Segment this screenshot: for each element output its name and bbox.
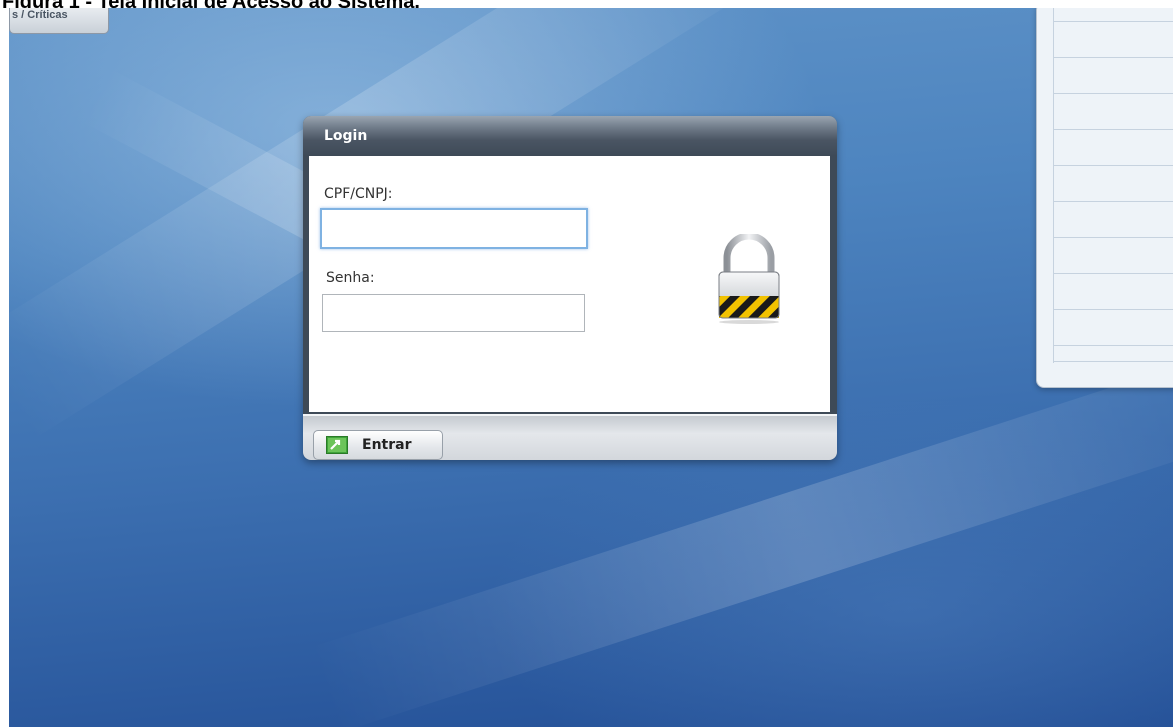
table-row-divider — [1053, 361, 1173, 362]
table-row-divider — [1053, 273, 1173, 274]
login-form: CPF/CNPJ: Senha: — [309, 156, 830, 412]
login-footer: Entrar — [303, 414, 837, 460]
table-row-divider — [1053, 237, 1173, 238]
padlock-icon — [718, 234, 780, 324]
desktop-background: s / Críticas Login CPF/CNPJ: Senha: Entr… — [9, 8, 1173, 727]
senha-label: Senha: — [326, 270, 375, 286]
senha-input[interactable] — [322, 294, 585, 332]
background-tab[interactable]: s / Críticas — [9, 8, 109, 34]
cpf-cnpj-label: CPF/CNPJ: — [324, 186, 393, 202]
entrar-label: Entrar — [362, 437, 412, 453]
table-row-divider — [1053, 165, 1173, 166]
table-row-divider — [1053, 21, 1173, 22]
table-row-divider — [1053, 57, 1173, 58]
enter-arrow-icon — [326, 436, 348, 454]
login-dialog: Login CPF/CNPJ: Senha: Entrar — [303, 116, 837, 460]
background-tab-label: s / Críticas — [12, 9, 68, 21]
cpf-cnpj-input[interactable] — [320, 208, 588, 249]
table-row-divider — [1053, 345, 1173, 346]
login-title-bar[interactable]: Login — [303, 116, 837, 156]
table-row-divider — [1053, 201, 1173, 202]
background-table-panel — [1036, 8, 1173, 388]
table-row-divider — [1053, 129, 1173, 130]
table-row-divider — [1053, 93, 1173, 94]
login-title: Login — [324, 128, 368, 144]
table-row-divider — [1053, 309, 1173, 310]
entrar-button[interactable]: Entrar — [313, 430, 443, 460]
